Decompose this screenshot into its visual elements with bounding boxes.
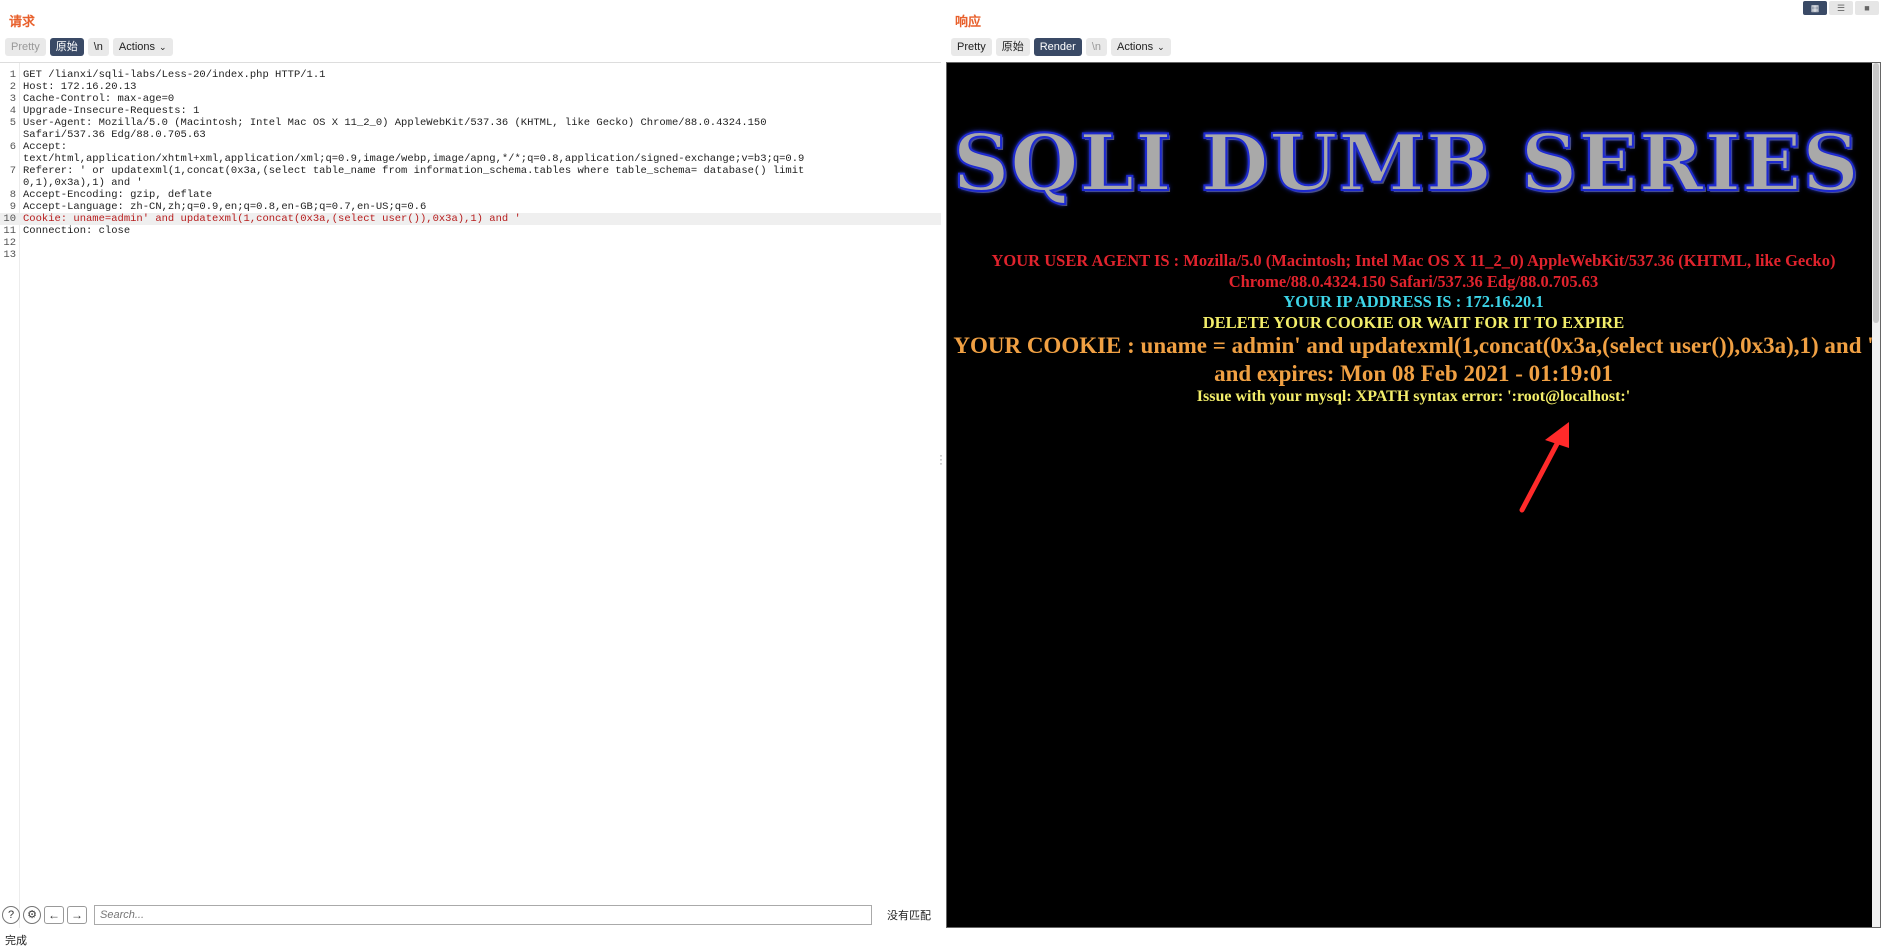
editor-line[interactable]: 11 Connection: close xyxy=(0,225,941,237)
status-text: 完成 xyxy=(5,935,27,946)
render-scrollbar[interactable] xyxy=(1872,63,1880,927)
line-number: 3 xyxy=(9,93,16,105)
line-number: 7 xyxy=(9,165,16,177)
response-title: 响应 xyxy=(955,14,982,29)
delete-cookie-text: DELETE YOUR COOKIE OR WAIT FOR IT TO EXP… xyxy=(1202,313,1625,332)
line-text: 0,1),0x3a),1) and ' xyxy=(23,177,143,189)
mysql-error-text: Issue with your mysql: XPATH syntax erro… xyxy=(1196,388,1631,405)
line-number: 12 xyxy=(3,237,16,249)
response-toolbar: Pretty 原始 Render \n Actions ⌄ xyxy=(951,38,1171,56)
request-toolbar: Pretty 原始 \n Actions ⌄ xyxy=(5,38,173,56)
editor-line[interactable]: 2 Host: 172.16.20.13 xyxy=(0,81,941,93)
raw-button[interactable]: 原始 xyxy=(49,38,84,56)
user-agent-text: YOUR USER AGENT IS : Mozilla/5.0 (Macint… xyxy=(991,251,1836,291)
line-number: 11 xyxy=(3,225,16,237)
newline-toggle[interactable]: \n xyxy=(87,38,109,56)
editor-line[interactable]: 12 xyxy=(0,237,941,249)
rendered-page: SQLI DUMB SERIES YOUR USER AGENT IS : Mo… xyxy=(946,62,1881,928)
line-number: 6 xyxy=(9,141,16,153)
scrollbar-thumb[interactable] xyxy=(1873,63,1879,323)
line-number: 13 xyxy=(3,249,16,261)
line-text: GET /lianxi/sqli-labs/Less-20/index.php … xyxy=(23,69,326,81)
actions-menu[interactable]: Actions ⌄ xyxy=(112,38,173,56)
editor-line[interactable]: 4 Upgrade-Insecure-Requests: 1 xyxy=(0,105,941,117)
line-text: text/html,application/xhtml+xml,applicat… xyxy=(23,153,805,165)
request-pane: 请求 Pretty 原始 \n Actions ⌄ 1 GET /lianxi/sq… xyxy=(0,0,943,946)
editor-line[interactable]: 3 Cache-Control: max-age=0 xyxy=(0,93,941,105)
editor-line[interactable]: 10 Cookie: uname=admin' and updatexml(1,c… xyxy=(0,213,941,225)
cookie-text: YOUR COOKIE : uname = admin' and updatex… xyxy=(953,333,1874,386)
editor-line[interactable]: Safari/537.36 Edg/88.0.705.63 xyxy=(0,129,941,141)
editor-line[interactable]: 9 Accept-Language: zh-CN,zh;q=0.9,en;q=0.… xyxy=(0,201,941,213)
editor-line[interactable]: 13 xyxy=(0,249,941,261)
line-number: 2 xyxy=(9,81,16,93)
editor-line[interactable]: 1 GET /lianxi/sqli-labs/Less-20/index.php… xyxy=(0,69,941,81)
back-arrow-icon[interactable]: ← xyxy=(44,906,64,924)
actions-label: Actions xyxy=(118,41,155,53)
editor-line[interactable]: 5 User-Agent: Mozilla/5.0 (Macintosh; Int… xyxy=(0,117,941,129)
line-text: Cache-Control: max-age=0 xyxy=(23,93,175,105)
editor-line[interactable]: 8 Accept-Encoding: gzip, deflate xyxy=(0,189,941,201)
burp-repeater: 请求 Pretty 原始 \n Actions ⌄ 1 GET /lianxi/sq… xyxy=(0,0,1887,946)
search-input[interactable] xyxy=(94,905,872,925)
line-number: 9 xyxy=(9,201,16,213)
help-icon[interactable]: ? xyxy=(2,906,20,924)
line-text: Host: 172.16.20.13 xyxy=(23,81,137,93)
line-text: User-Agent: Mozilla/5.0 (Macintosh; Inte… xyxy=(23,117,767,129)
pretty-button[interactable]: Pretty xyxy=(951,38,992,56)
editor-line[interactable]: 6 Accept: xyxy=(0,141,941,153)
match-count: 没有匹配 xyxy=(887,910,931,922)
line-number: 10 xyxy=(3,213,16,225)
editor-line[interactable]: 7 Referer: ' or updatexml(1,concat(0x3a,(… xyxy=(0,165,941,177)
line-text: Accept-Language: zh-CN,zh;q=0.9,en;q=0.8… xyxy=(23,201,427,213)
ip-address-text: YOUR IP ADDRESS IS : 172.16.20.1 xyxy=(1283,292,1544,311)
line-text: Connection: close xyxy=(23,225,131,237)
chevron-down-icon: ⌄ xyxy=(159,42,167,52)
line-text: Accept: xyxy=(23,141,68,153)
line-text: Cookie: uname=admin' and updatexml(1,con… xyxy=(23,213,521,225)
line-number: 8 xyxy=(9,189,16,201)
forward-arrow-icon[interactable]: → xyxy=(67,906,87,924)
red-arrow-annotation xyxy=(1519,422,1569,513)
actions-menu[interactable]: Actions ⌄ xyxy=(1111,38,1171,56)
line-text: Referer: ' or updatexml(1,concat(0x3a,(s… xyxy=(23,165,805,177)
line-text: Upgrade-Insecure-Requests: 1 xyxy=(23,105,200,117)
line-number: 1 xyxy=(9,69,16,81)
single-view-icon[interactable]: ■ xyxy=(1855,1,1879,15)
line-text: Accept-Encoding: gzip, deflate xyxy=(23,189,213,201)
line-number: 4 xyxy=(9,105,16,117)
editor-line[interactable]: 0,1),0x3a),1) and ' xyxy=(0,177,941,189)
search-bar: ? ⚙ ← → 没有匹配 xyxy=(2,904,940,926)
line-text: Safari/537.36 Edg/88.0.705.63 xyxy=(23,129,206,141)
layout-toggle: ▦ ☰ ■ xyxy=(1803,1,1879,15)
request-title: 请求 xyxy=(9,14,36,29)
newline-toggle[interactable]: \n xyxy=(1085,38,1107,56)
raw-button[interactable]: 原始 xyxy=(995,38,1030,56)
sqli-banner: SQLI DUMB SERIES xyxy=(952,117,1860,210)
gear-icon[interactable]: ⚙ xyxy=(23,906,41,924)
render-button[interactable]: Render xyxy=(1033,38,1082,56)
actions-label: Actions xyxy=(1117,41,1154,53)
line-number: 5 xyxy=(9,117,16,129)
editor-line[interactable]: text/html,application/xhtml+xml,applicat… xyxy=(0,153,941,165)
response-pane: 响应 ▦ ☰ ■ Pretty 原始 Render \n Actions ⌄ SQ… xyxy=(943,0,1887,946)
pretty-button[interactable]: Pretty xyxy=(5,38,46,56)
chevron-down-icon: ⌄ xyxy=(1157,42,1165,52)
horizontal-view-icon[interactable]: ☰ xyxy=(1829,1,1853,15)
split-view-icon[interactable]: ▦ xyxy=(1803,1,1827,15)
request-editor[interactable]: 1 GET /lianxi/sqli-labs/Less-20/index.php… xyxy=(0,62,941,928)
